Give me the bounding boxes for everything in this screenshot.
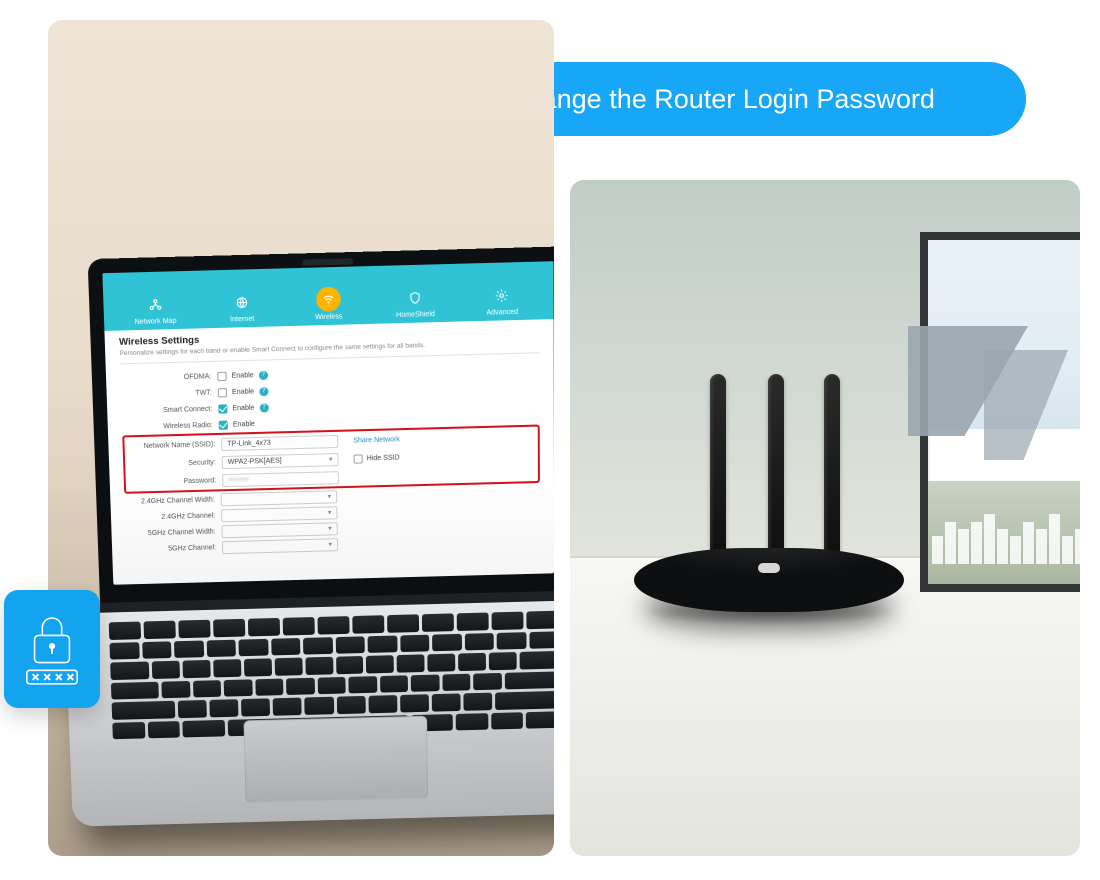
label-wireless-radio: Wireless Radio: xyxy=(122,421,219,431)
enable-label: Enable xyxy=(233,420,255,428)
enable-label: Enable xyxy=(232,404,254,412)
checkbox-hide-ssid[interactable] xyxy=(354,454,363,463)
wireless-settings-panel: Wireless Settings Personalize settings f… xyxy=(104,319,554,564)
nav-advanced[interactable]: Advanced xyxy=(459,283,546,321)
label-ssid: Network Name (SSID): xyxy=(124,440,221,450)
router-body xyxy=(634,548,904,612)
label-5-channel-width: 5GHz Channel Width: xyxy=(125,528,221,537)
label-ofdma: OFDMA: xyxy=(120,373,217,383)
enable-label: Enable xyxy=(232,372,254,380)
nav-internet[interactable]: Internet xyxy=(198,290,286,328)
keys xyxy=(109,611,554,740)
channel-24-select[interactable] xyxy=(221,506,338,522)
nav-homeshield[interactable]: HomeShield xyxy=(372,285,459,323)
landscape xyxy=(928,240,1080,584)
checkbox-ofdma[interactable] xyxy=(217,371,226,380)
gear-icon xyxy=(491,284,514,307)
laptop: Network Map Internet Wireless xyxy=(88,241,554,826)
antenna xyxy=(824,374,840,560)
hide-ssid-label: Hide SSID xyxy=(367,454,400,462)
help-icon[interactable]: ? xyxy=(259,386,268,395)
shield-icon xyxy=(404,286,427,309)
nav-label: Advanced xyxy=(486,309,518,317)
trackpad xyxy=(244,716,429,803)
password-feature-badge xyxy=(4,590,100,708)
nav-label: HomeShield xyxy=(396,311,435,319)
share-network-link[interactable]: Share Network xyxy=(353,436,400,444)
settings-rows: OFDMA: Enable ? TWT: Enable xyxy=(120,359,540,557)
channel-width-5-select[interactable] xyxy=(221,522,337,538)
router-admin-screen: Network Map Internet Wireless xyxy=(102,261,554,585)
antenna xyxy=(768,374,784,560)
label-24-channel-width: 2.4GHz Channel Width: xyxy=(124,496,220,506)
lock-password-icon xyxy=(21,609,83,689)
router-scene xyxy=(570,180,1080,856)
channel-5-select[interactable] xyxy=(222,538,338,554)
highlighted-credentials-block: Network Name (SSID): TP-Link_4x73 Share … xyxy=(122,425,540,494)
title-pill-text: Change the Router Login Password xyxy=(507,84,935,115)
enable-label: Enable xyxy=(232,388,254,396)
password-input[interactable]: •••••• xyxy=(222,471,339,487)
nav-label: Wireless xyxy=(315,313,342,321)
help-icon[interactable]: ? xyxy=(259,370,268,379)
globe-icon xyxy=(230,291,253,314)
laptop-bezel: Network Map Internet Wireless xyxy=(88,246,554,603)
nav-label: Internet xyxy=(230,316,254,324)
router-device xyxy=(634,352,904,612)
checkbox-wireless-radio[interactable] xyxy=(219,420,228,429)
checkbox-twt[interactable] xyxy=(218,388,227,397)
label-twt: TWT: xyxy=(121,389,218,399)
ssid-input[interactable]: TP-Link_4x73 xyxy=(221,434,338,450)
row-24-channel-width: 2.4GHz Channel Width: xyxy=(124,483,540,510)
checkbox-smart-connect[interactable] xyxy=(218,404,227,413)
laptop-keyboard xyxy=(64,590,554,827)
label-24-channel: 2.4GHz Channel: xyxy=(125,512,221,521)
row-5-channel-width: 5GHz Channel Width: xyxy=(125,515,540,542)
row-24-channel: 2.4GHz Channel: xyxy=(125,499,540,526)
wifi-icon xyxy=(316,287,341,312)
window-frame xyxy=(920,232,1080,592)
label-smart-connect: Smart Connect: xyxy=(121,405,218,415)
channel-width-24-select[interactable] xyxy=(221,490,338,506)
nav-network-map[interactable]: Network Map xyxy=(111,292,199,330)
nav-wireless[interactable]: Wireless xyxy=(285,286,372,326)
help-icon[interactable]: ? xyxy=(259,403,268,412)
label-security: Security: xyxy=(125,459,222,469)
nav-label: Network Map xyxy=(135,318,177,326)
label-5-channel: 5GHz Channel: xyxy=(126,544,222,553)
security-select[interactable]: WPA2-PSK[AES] xyxy=(222,453,339,469)
antenna xyxy=(710,374,726,560)
network-topology-icon xyxy=(143,293,166,316)
label-password: Password: xyxy=(126,477,223,487)
row-5-channel: 5GHz Channel: xyxy=(126,531,540,558)
laptop-scene: Network Map Internet Wireless xyxy=(48,20,554,856)
